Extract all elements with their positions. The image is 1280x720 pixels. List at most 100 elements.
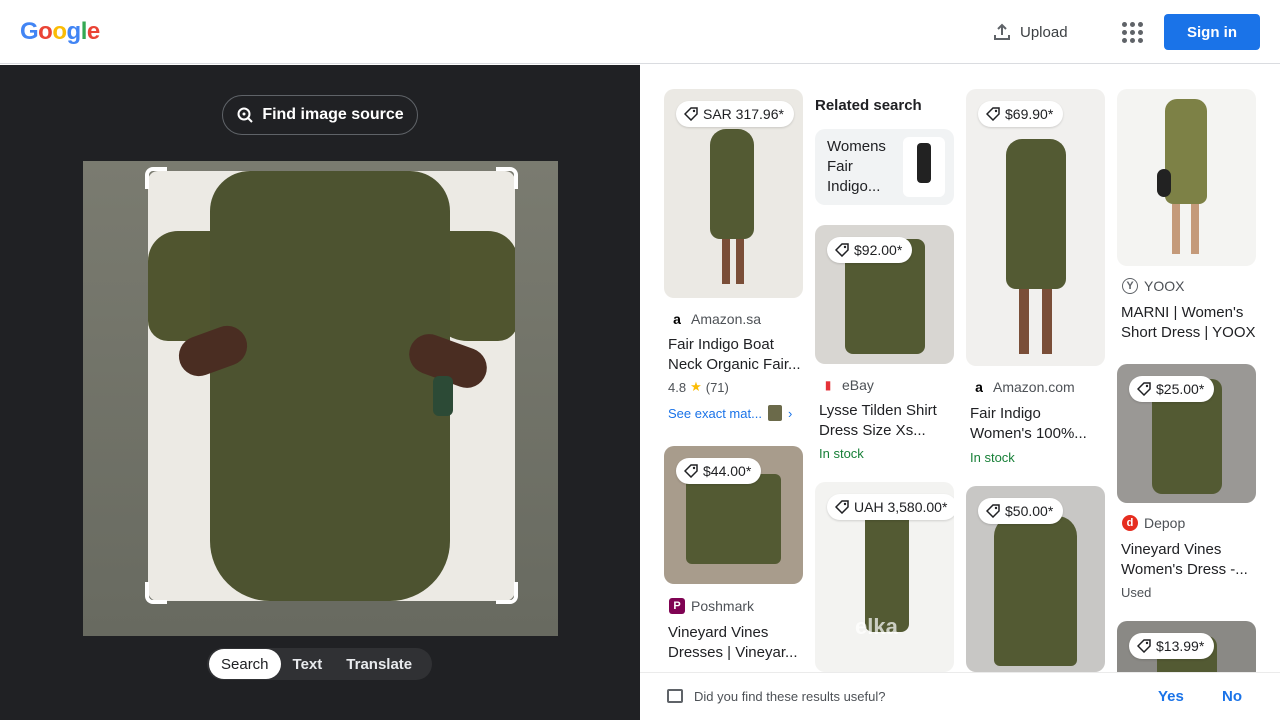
price-value: $50.00*	[1005, 503, 1054, 519]
watermark: elka	[855, 614, 898, 639]
price-tag: $13.99*	[1129, 633, 1215, 659]
tag-icon	[684, 464, 698, 478]
crop-handle-bottom-left[interactable]	[145, 582, 167, 604]
source-name: Depop	[1144, 515, 1186, 531]
feedback-no-button[interactable]: No	[1222, 688, 1242, 705]
result-thumbnail[interactable]: $92.00*	[815, 225, 954, 364]
tab-text[interactable]: Text	[281, 649, 335, 679]
visual-matches-panel: SAR 317.96* a Amazon.sa Fair Indigo Boat…	[640, 65, 1280, 672]
result-source: Y YOOX	[1122, 278, 1184, 294]
result-thumbnail[interactable]: $69.90*	[966, 89, 1105, 366]
source-name: Poshmark	[691, 598, 755, 614]
ebay-icon: ▮	[820, 377, 836, 393]
source-name: YOOX	[1144, 278, 1185, 294]
result-card[interactable]: $50.00*	[966, 486, 1105, 672]
result-card[interactable]: elka UAH 3,580.00*	[815, 482, 954, 672]
review-count: (71)	[705, 379, 729, 395]
related-query: Womens Fair Indigo...	[827, 138, 886, 195]
rating-value: 4.8	[668, 379, 687, 395]
result-card[interactable]: $69.90* a Amazon.com Fair Indigo Women's…	[966, 89, 1105, 469]
result-thumbnail[interactable]: $44.00*	[664, 446, 803, 584]
result-card[interactable]: $25.00* d Depop Vineyard Vines Women's D…	[1117, 364, 1256, 604]
feedback-yes-button[interactable]: Yes	[1158, 688, 1184, 705]
result-rating: 4.8 ★ (71)	[668, 379, 729, 395]
tag-icon	[1137, 639, 1151, 653]
selected-region	[148, 171, 515, 601]
crop-handle-bottom-right[interactable]	[496, 582, 518, 604]
google-logo[interactable]: Google	[20, 18, 100, 46]
result-thumbnail[interactable]: SAR 317.96*	[664, 89, 803, 298]
source-name: Amazon.sa	[691, 311, 762, 327]
upload-button[interactable]: Upload	[992, 20, 1068, 44]
tab-search[interactable]: Search	[209, 649, 281, 679]
find-image-source-button[interactable]: Find image source	[222, 95, 418, 135]
top-bar: Google Upload Sign in	[0, 0, 1280, 64]
chevron-right-icon: ›	[787, 405, 793, 421]
price-value: $25.00*	[1156, 381, 1205, 397]
result-card[interactable]: $44.00* P Poshmark Vineyard Vines Dresse…	[664, 446, 803, 672]
result-thumbnail[interactable]: $13.99*	[1117, 621, 1256, 672]
exact-thumb	[767, 405, 782, 421]
amazon-icon: a	[669, 311, 685, 327]
price-value: $92.00*	[854, 242, 903, 258]
price-value: $69.90*	[1005, 106, 1054, 122]
related-thumbnail	[903, 137, 945, 197]
result-card[interactable]: $13.99*	[1117, 621, 1256, 672]
result-thumbnail[interactable]: elka UAH 3,580.00*	[815, 482, 954, 672]
stock-status: In stock	[819, 446, 864, 461]
price-tag: $25.00*	[1129, 376, 1215, 402]
result-card[interactable]: Y YOOX MARNI | Women's Short Dress | YOO…	[1117, 89, 1256, 349]
see-exact-matches-link[interactable]: See exact mat... ›	[668, 405, 792, 421]
yoox-icon: Y	[1122, 278, 1138, 294]
sign-in-button[interactable]: Sign in	[1164, 14, 1260, 50]
source-name: Amazon.com	[993, 379, 1075, 395]
upload-icon	[994, 23, 1010, 40]
upload-label: Upload	[1020, 23, 1068, 41]
result-title[interactable]: MARNI | Women's Short Dress | YOOX	[1121, 303, 1256, 343]
price-value: UAH 3,580.00*	[854, 499, 948, 515]
image-query-panel: Find image source Search Text Translate	[0, 65, 640, 720]
result-source: a Amazon.sa	[669, 311, 761, 327]
logo-letter: o	[38, 18, 53, 45]
tag-icon	[1137, 382, 1151, 396]
logo-letter: G	[20, 18, 39, 45]
source-name: eBay	[842, 377, 874, 393]
price-tag: $44.00*	[676, 458, 762, 484]
logo-letter: o	[52, 18, 67, 45]
feedback-bar: Did you find these results useful? Yes N…	[640, 672, 1280, 720]
result-title[interactable]: Fair Indigo Women's 100%...	[970, 404, 1105, 444]
result-card[interactable]: $92.00* ▮ eBay Lysse Tilden Shirt Dress …	[815, 225, 954, 465]
result-source: ▮ eBay	[820, 377, 874, 393]
crop-handle-top-left[interactable]	[145, 167, 167, 189]
star-icon: ★	[690, 379, 702, 394]
feedback-question: Did you find these results useful?	[694, 689, 886, 704]
logo-letter: e	[86, 18, 100, 45]
result-card[interactable]: SAR 317.96* a Amazon.sa Fair Indigo Boat…	[664, 89, 803, 429]
result-title[interactable]: Vineyard Vines Dresses | Vineyar...	[668, 623, 803, 663]
lens-search-icon	[237, 107, 254, 123]
tag-icon	[684, 107, 698, 121]
price-value: $44.00*	[703, 463, 752, 479]
related-search-chip[interactable]: Womens Fair Indigo...	[815, 129, 954, 205]
result-thumbnail[interactable]: $25.00*	[1117, 364, 1256, 503]
result-thumbnail[interactable]	[1117, 89, 1256, 266]
logo-letter: g	[66, 18, 82, 45]
tab-translate[interactable]: Translate	[334, 649, 424, 679]
result-title[interactable]: Vineyard Vines Women's Dress -...	[1121, 540, 1256, 580]
tag-icon	[835, 500, 849, 514]
result-title[interactable]: Fair Indigo Boat Neck Organic Fair...	[668, 335, 803, 375]
query-image[interactable]	[83, 161, 558, 636]
result-source: P Poshmark	[669, 598, 754, 614]
result-thumbnail[interactable]: $50.00*	[966, 486, 1105, 672]
google-apps-button[interactable]	[1118, 18, 1146, 46]
price-value: SAR 317.96*	[703, 106, 784, 122]
tag-icon	[986, 504, 1000, 518]
stock-status: In stock	[970, 450, 1015, 465]
price-tag: $92.00*	[827, 237, 913, 263]
result-title[interactable]: Lysse Tilden Shirt Dress Size Xs...	[819, 401, 954, 441]
crop-handle-top-right[interactable]	[496, 167, 518, 189]
tag-icon	[835, 243, 849, 257]
find-source-label: Find image source	[262, 106, 404, 123]
poshmark-icon: P	[669, 598, 685, 614]
result-source: a Amazon.com	[971, 379, 1075, 395]
